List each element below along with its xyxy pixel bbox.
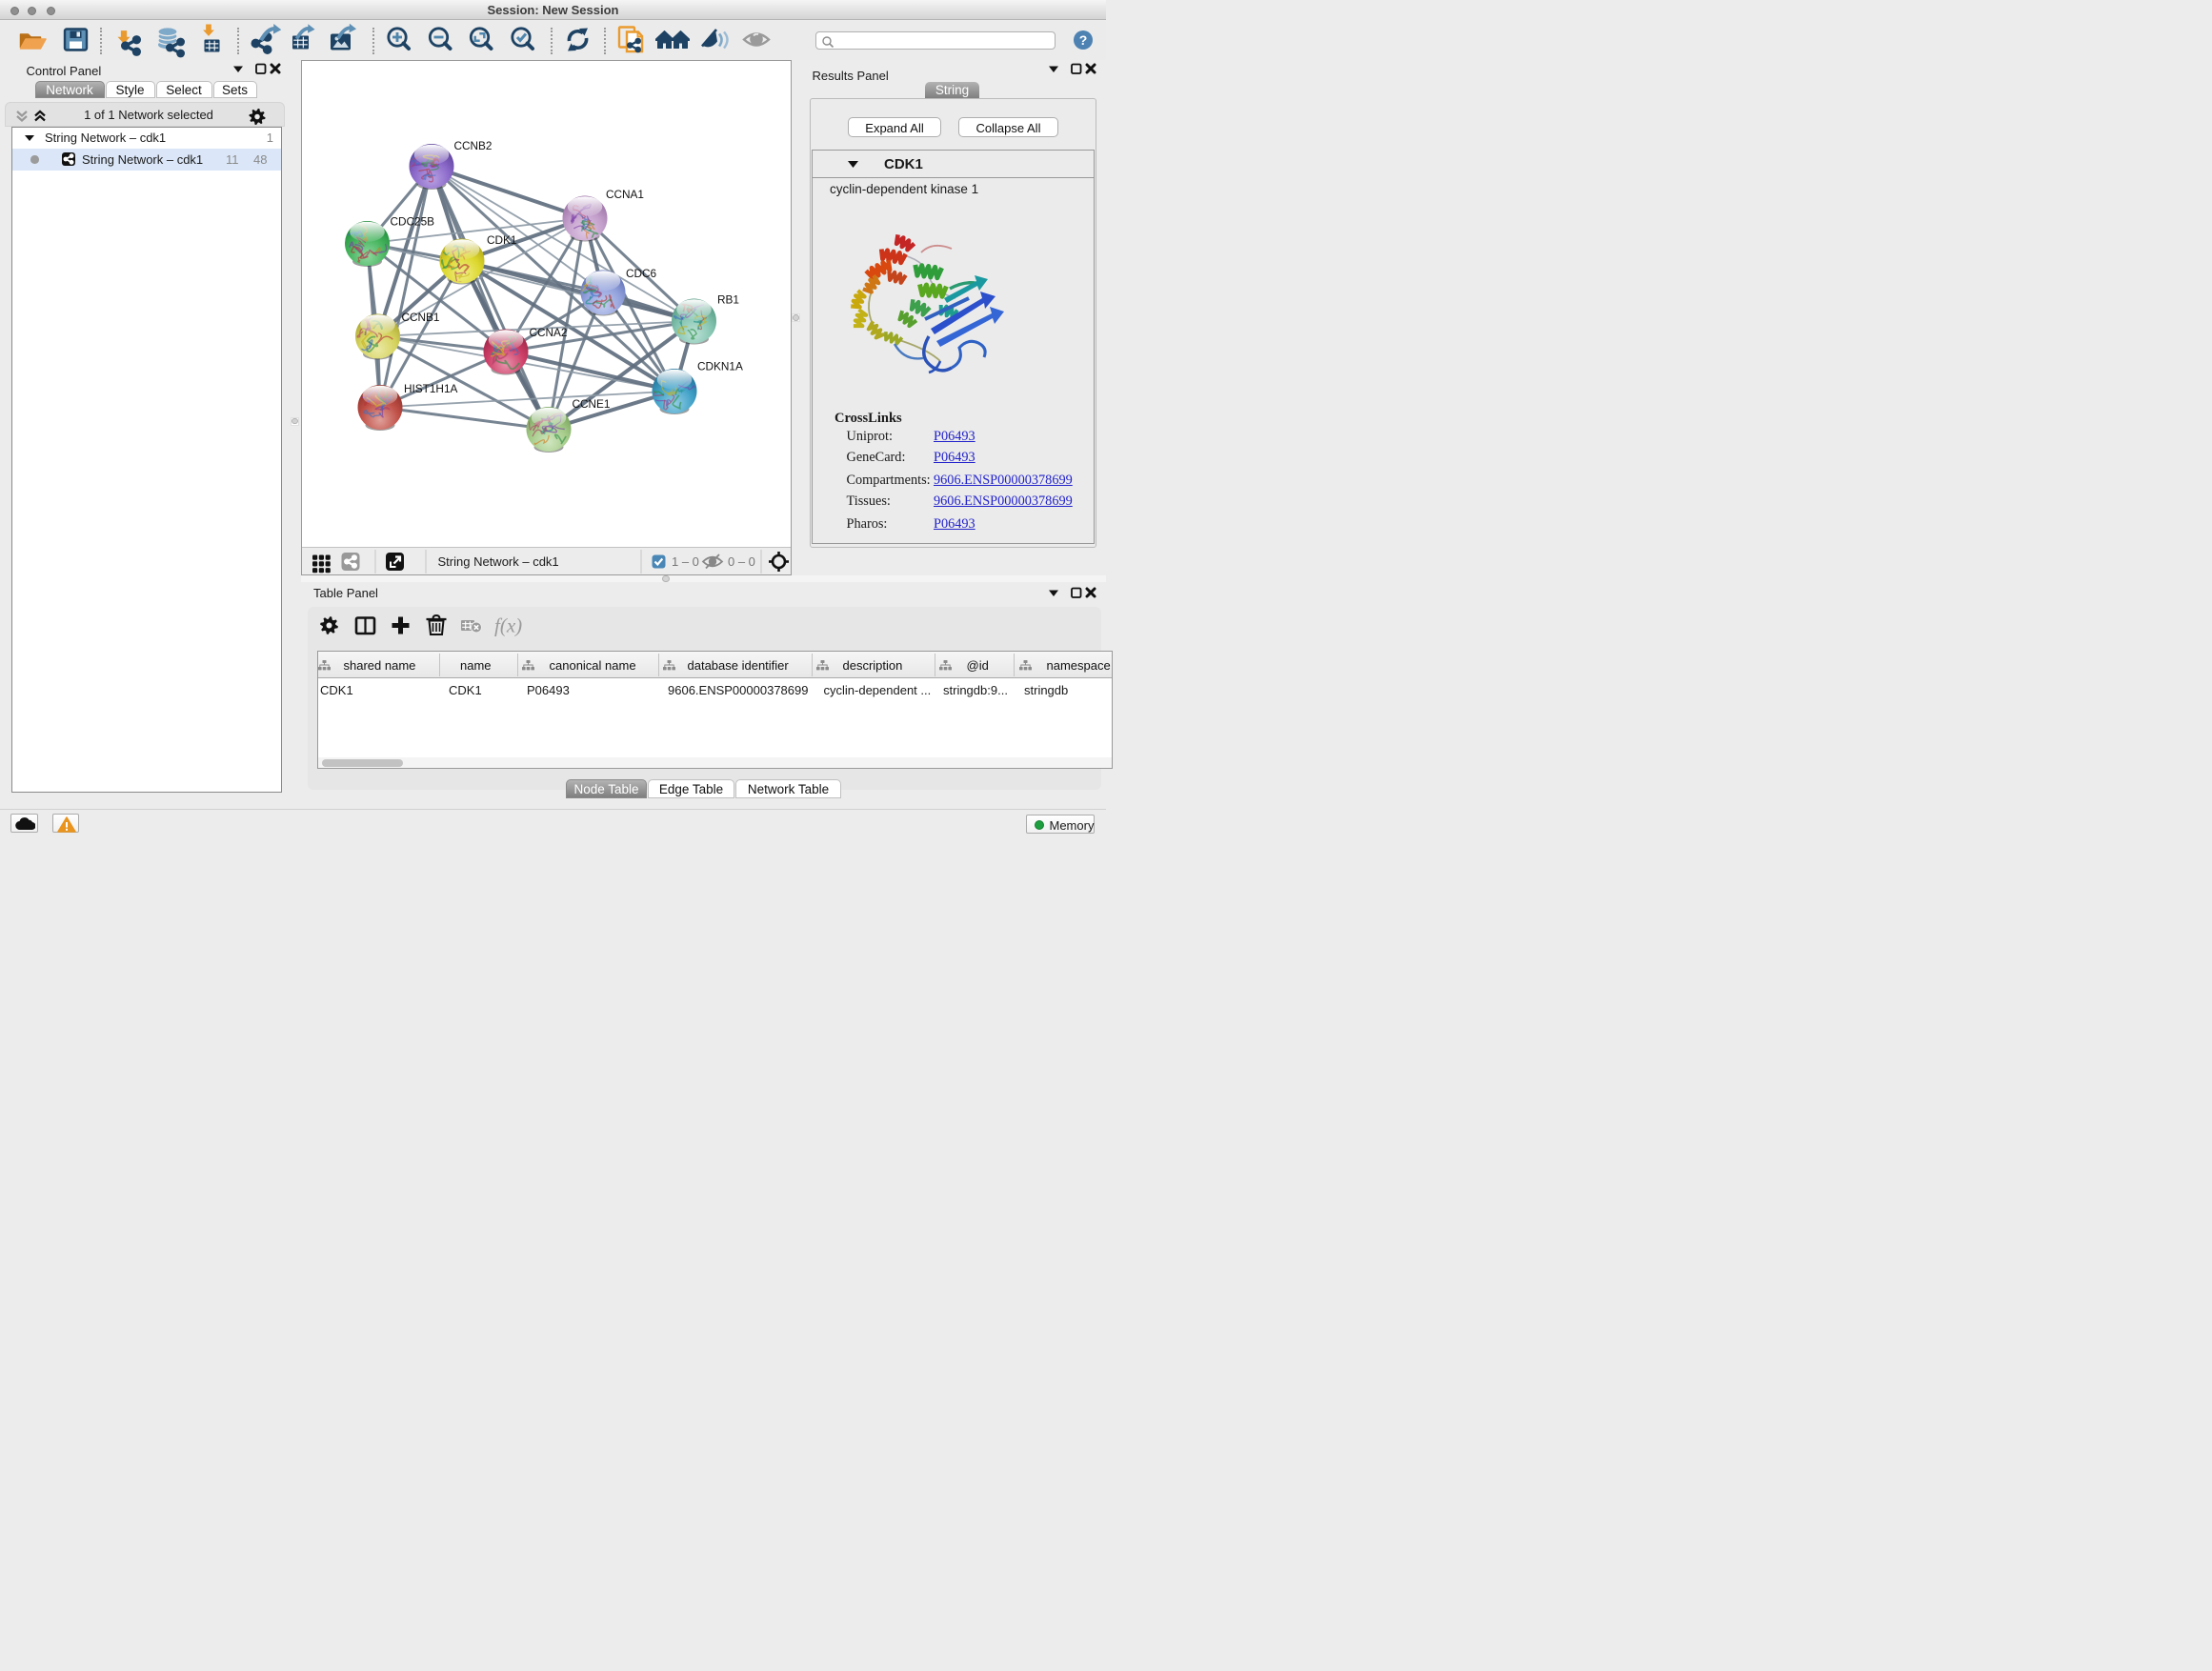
svg-text:CDC6: CDC6 xyxy=(626,267,657,280)
svg-text:CDC25B: CDC25B xyxy=(390,214,434,228)
svg-text:f(x): f(x) xyxy=(494,614,522,637)
svg-text:CCNA2: CCNA2 xyxy=(529,326,567,339)
svg-text:CDKN1A: CDKN1A xyxy=(697,359,743,372)
svg-text:1 – 0: 1 – 0 xyxy=(672,554,699,569)
svg-text:0 – 0: 0 – 0 xyxy=(728,554,755,569)
svg-text:RB1: RB1 xyxy=(717,292,739,306)
svg-text:?: ? xyxy=(1079,32,1088,48)
svg-text:CCNB1: CCNB1 xyxy=(401,311,439,324)
svg-text:CDK1: CDK1 xyxy=(487,233,516,247)
svg-text:CCNE1: CCNE1 xyxy=(572,397,610,411)
svg-text:CCNB2: CCNB2 xyxy=(453,139,492,152)
svg-text:HIST1H1A: HIST1H1A xyxy=(404,382,458,395)
svg-text:CCNA1: CCNA1 xyxy=(606,188,644,201)
